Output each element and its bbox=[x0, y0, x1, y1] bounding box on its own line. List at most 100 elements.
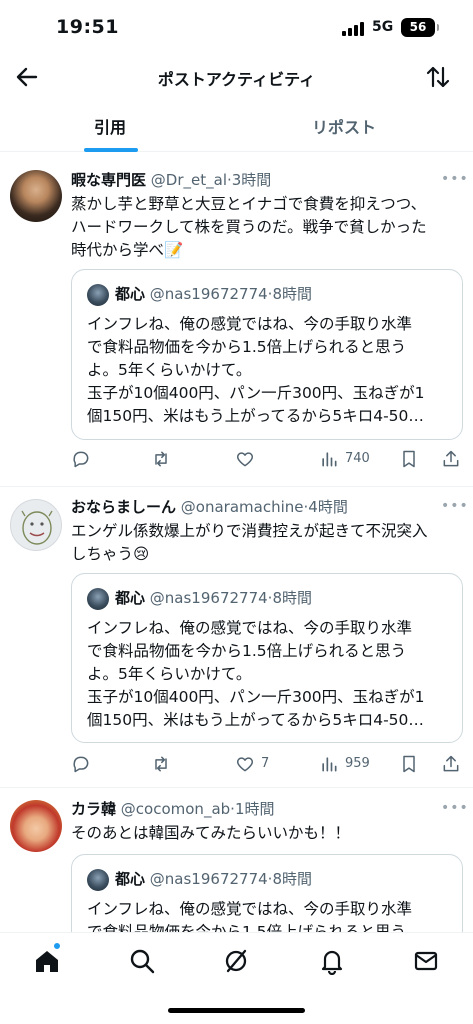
tab-reposts[interactable]: リポスト bbox=[312, 114, 376, 138]
text-line: 時代から学べ📝 bbox=[71, 241, 184, 259]
home-notification-dot bbox=[53, 942, 61, 950]
text-line: で食料品物価を今から1.5倍上げられると思う bbox=[87, 338, 407, 356]
author-name[interactable]: おならましーん bbox=[71, 498, 176, 516]
share-icon bbox=[443, 450, 459, 467]
author-name[interactable]: 暇な専門医 bbox=[71, 171, 146, 189]
quoted-author-name: 都心 bbox=[115, 285, 146, 303]
text-line: で食料品物価を今から1.5倍上げられると思う bbox=[87, 642, 407, 660]
status-time: 19:51 bbox=[56, 16, 119, 38]
text-line: 蒸かし芋と野草と大豆とイナゴで食費を抑えつつ、 bbox=[71, 195, 427, 213]
tab-quotes[interactable]: 引用 bbox=[94, 114, 126, 138]
bookmark-icon bbox=[403, 755, 415, 773]
action-bar: 740 bbox=[71, 447, 466, 473]
top-bar: ポストアクティビティ bbox=[0, 54, 473, 100]
network-type: 5G bbox=[372, 19, 394, 35]
author-handle[interactable]: @Dr_et_al bbox=[151, 171, 227, 189]
text-line: 個150円、米はもう上がってるから5キロ4-50… bbox=[87, 407, 424, 425]
quoted-post[interactable]: 都心 @nas19672774·8時間 インフレね、俺の感覚ではね、今の手取り水… bbox=[71, 269, 463, 440]
bookmark-icon bbox=[403, 450, 415, 468]
text-line: で食料品物価を今から1.5倍上げられると思う bbox=[87, 923, 407, 932]
nav-messages[interactable] bbox=[412, 947, 442, 977]
quoted-text: インフレね、俺の感覚ではね、今の手取り水準 で食料品物価を今から1.5倍上げられ… bbox=[87, 898, 452, 932]
quoted-post[interactable]: 都心 @nas19672774·8時間 インフレね、俺の感覚ではね、今の手取り水… bbox=[71, 854, 463, 932]
status-bar: 19:51 5G 56 bbox=[0, 0, 473, 54]
quoted-header: 都心 @nas19672774·8時間 bbox=[115, 589, 312, 607]
sort-button[interactable] bbox=[423, 62, 453, 92]
quoted-time: 8時間 bbox=[272, 285, 312, 303]
text-line: よ。5年くらいかけて。 bbox=[87, 361, 252, 379]
reply-icon bbox=[73, 756, 89, 773]
quoted-author-name: 都心 bbox=[115, 589, 146, 607]
quoted-time: 8時間 bbox=[272, 870, 312, 888]
bell-icon bbox=[321, 950, 343, 976]
text-line: しちゃう😢 bbox=[71, 545, 150, 563]
nav-home[interactable] bbox=[33, 947, 63, 977]
post-header: カラ韓 @cocomon_ab·1時間 bbox=[71, 800, 275, 818]
heart-icon bbox=[236, 452, 254, 467]
post-text: そのあとは韓国みてみたらいいかも！！ bbox=[71, 822, 461, 845]
quoted-avatar bbox=[87, 588, 109, 610]
like-count: 7 bbox=[261, 756, 270, 771]
mail-icon bbox=[414, 951, 438, 971]
reply-icon bbox=[73, 451, 89, 468]
quoted-avatar bbox=[87, 869, 109, 891]
author-handle[interactable]: @cocomon_ab bbox=[121, 800, 230, 818]
page-title: ポストアクティビティ bbox=[157, 70, 316, 89]
nav-grok[interactable] bbox=[222, 947, 252, 977]
quoted-author-handle: @nas19672774 bbox=[149, 870, 268, 888]
quoted-header: 都心 @nas19672774·8時間 bbox=[115, 285, 312, 303]
avatar[interactable] bbox=[10, 499, 62, 551]
nav-search[interactable] bbox=[128, 947, 158, 977]
views-icon bbox=[322, 452, 337, 467]
quoted-header: 都心 @nas19672774·8時間 bbox=[115, 870, 312, 888]
avatar[interactable] bbox=[10, 800, 62, 852]
post[interactable]: おならましーん @onaramachine·4時間 ••• エンゲル係数爆上がり… bbox=[0, 487, 473, 787]
action-bar: 7 959 bbox=[71, 752, 466, 778]
author-name[interactable]: カラ韓 bbox=[71, 800, 116, 818]
battery-icon: 56 bbox=[401, 18, 439, 37]
quoted-author-handle: @nas19672774 bbox=[149, 285, 268, 303]
sort-arrows-icon bbox=[426, 66, 450, 88]
quoted-post[interactable]: 都心 @nas19672774·8時間 インフレね、俺の感覚ではね、今の手取り水… bbox=[71, 573, 463, 743]
author-handle[interactable]: @onaramachine bbox=[181, 498, 304, 516]
repost-icon bbox=[155, 756, 167, 772]
tab-indicator bbox=[84, 148, 138, 152]
post-time: 3時間 bbox=[231, 171, 272, 189]
quoted-text: インフレね、俺の感覚ではね、今の手取り水準 で食料品物価を今から1.5倍上げられ… bbox=[87, 313, 452, 428]
quoted-time: 8時間 bbox=[272, 589, 312, 607]
text-line: 個150円、米はもう上がってるから5キロ4-50… bbox=[87, 711, 424, 729]
text-line: インフレね、俺の感覚ではね、今の手取り水準 bbox=[87, 900, 413, 918]
nav-notifications[interactable] bbox=[318, 947, 348, 977]
quoted-text: インフレね、俺の感覚ではね、今の手取り水準 で食料品物価を今から1.5倍上げられ… bbox=[87, 617, 452, 732]
signal-icon bbox=[342, 22, 364, 36]
text-line: エンゲル係数爆上がりで消費控えが起きて不況突入 bbox=[71, 522, 428, 540]
home-icon bbox=[36, 951, 58, 972]
text-line: よ。5年くらいかけて。 bbox=[87, 665, 252, 683]
post-header: 暇な専門医 @Dr_et_al·3時間 bbox=[71, 171, 272, 189]
post-time: 1時間 bbox=[234, 800, 275, 818]
post-header: おならましーん @onaramachine·4時間 bbox=[71, 498, 348, 516]
more-icon[interactable]: ••• bbox=[441, 171, 468, 187]
grok-icon bbox=[225, 949, 247, 973]
share-icon bbox=[443, 755, 459, 772]
avatar[interactable] bbox=[10, 170, 62, 222]
search-icon bbox=[130, 949, 155, 974]
repost-icon bbox=[155, 451, 167, 467]
post-time: 4時間 bbox=[308, 498, 348, 516]
post[interactable]: カラ韓 @cocomon_ab·1時間 ••• そのあとは韓国みてみたらいいかも… bbox=[0, 788, 473, 932]
views-count: 740 bbox=[345, 451, 370, 466]
more-icon[interactable]: ••• bbox=[441, 498, 468, 514]
post[interactable]: 暇な専門医 @Dr_et_al·3時間 ••• 蒸かし芋と野草と大豆とイナゴで食… bbox=[0, 156, 473, 486]
quoted-author-name: 都心 bbox=[115, 870, 146, 888]
doodle-face-icon bbox=[21, 510, 53, 545]
text-line: 玉子が10個400円、パン一斤300円、玉ねぎが1 bbox=[87, 384, 425, 402]
text-line: インフレね、俺の感覚ではね、今の手取り水準 bbox=[87, 619, 413, 637]
tab-bar: 引用 リポスト bbox=[0, 104, 473, 152]
text-line: そのあとは韓国みてみたらいいかも！！ bbox=[71, 824, 351, 842]
post-text: エンゲル係数爆上がりで消費控えが起きて不況突入 しちゃう😢 bbox=[71, 520, 461, 566]
quoted-author-handle: @nas19672774 bbox=[149, 589, 268, 607]
quoted-avatar bbox=[87, 284, 109, 306]
text-line: ハードワークして株を買うのだ。戦争で貧しかった bbox=[71, 218, 427, 236]
home-indicator bbox=[168, 1008, 305, 1013]
more-icon[interactable]: ••• bbox=[441, 800, 468, 816]
